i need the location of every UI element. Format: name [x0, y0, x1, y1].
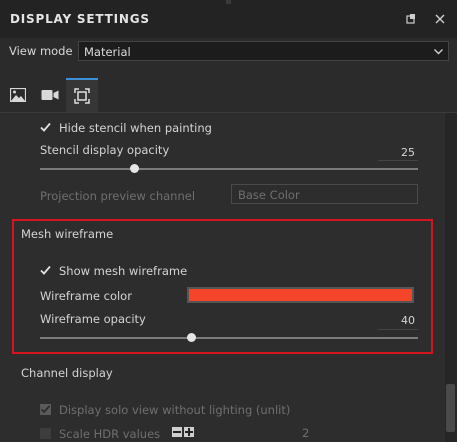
show-mesh-wireframe-label: Show mesh wireframe [59, 264, 188, 278]
solo-view-checkbox[interactable] [40, 404, 51, 415]
minus-icon [173, 431, 181, 433]
hide-stencil-label: Hide stencil when painting [59, 121, 212, 135]
hide-stencil-checkbox[interactable] [40, 122, 51, 133]
hdr-increment-button[interactable] [184, 427, 194, 437]
tab-image[interactable] [2, 78, 34, 112]
wireframe-opacity-field-line [378, 329, 418, 330]
channel-display-section-title: Channel display [21, 366, 113, 380]
camera-icon [41, 90, 59, 100]
tab-camera[interactable] [34, 78, 66, 112]
show-mesh-wireframe-checkbox[interactable] [40, 265, 51, 276]
wireframe-opacity-slider[interactable] [40, 337, 418, 339]
view-mode-value: Material [84, 45, 131, 59]
stencil-opacity-slider-thumb[interactable] [130, 164, 139, 173]
stencil-opacity-field-line [378, 160, 418, 161]
viewport-icon [74, 88, 90, 104]
wireframe-opacity-slider-thumb[interactable] [186, 333, 196, 342]
scale-hdr-checkbox[interactable] [40, 428, 51, 439]
projection-channel-select: Base Color [231, 184, 418, 204]
hdr-decrement-button[interactable] [172, 427, 182, 437]
scale-hdr-label: Scale HDR values [59, 427, 161, 441]
stencil-opacity-slider[interactable] [40, 168, 418, 170]
close-icon [435, 14, 445, 24]
projection-channel-value: Base Color [238, 188, 300, 202]
stencil-opacity-value[interactable]: 25 [378, 146, 415, 159]
hdr-value[interactable]: 2 [302, 426, 309, 440]
plus-icon [185, 428, 193, 436]
view-mode-label: View mode [9, 44, 73, 58]
checkmark-icon [40, 405, 51, 414]
projection-channel-label: Projection preview channel [40, 189, 196, 203]
display-settings-panel: DISPLAY SETTINGS View mode Material Hide… [0, 0, 457, 442]
drag-handle[interactable] [226, 0, 231, 4]
mesh-wireframe-section-title: Mesh wireframe [21, 227, 114, 241]
solo-view-label: Display solo view without lighting (unli… [59, 403, 291, 417]
close-button[interactable] [433, 12, 447, 26]
stencil-opacity-label: Stencil display opacity [40, 143, 170, 157]
wireframe-opacity-value[interactable]: 40 [378, 314, 415, 327]
panel-title: DISPLAY SETTINGS [10, 12, 150, 26]
tab-viewport[interactable] [66, 78, 98, 112]
scrollbar-thumb[interactable] [446, 384, 455, 432]
view-mode-select[interactable]: Material [78, 41, 449, 61]
undock-button[interactable] [404, 12, 418, 26]
checkmark-icon [40, 122, 51, 132]
chevron-down-icon [434, 49, 443, 55]
image-icon [10, 88, 26, 102]
wireframe-color-swatch[interactable] [187, 287, 414, 303]
checkmark-icon [40, 265, 51, 275]
wireframe-opacity-label: Wireframe opacity [40, 312, 146, 326]
wireframe-color-label: Wireframe color [40, 289, 132, 303]
undock-icon [406, 14, 415, 24]
